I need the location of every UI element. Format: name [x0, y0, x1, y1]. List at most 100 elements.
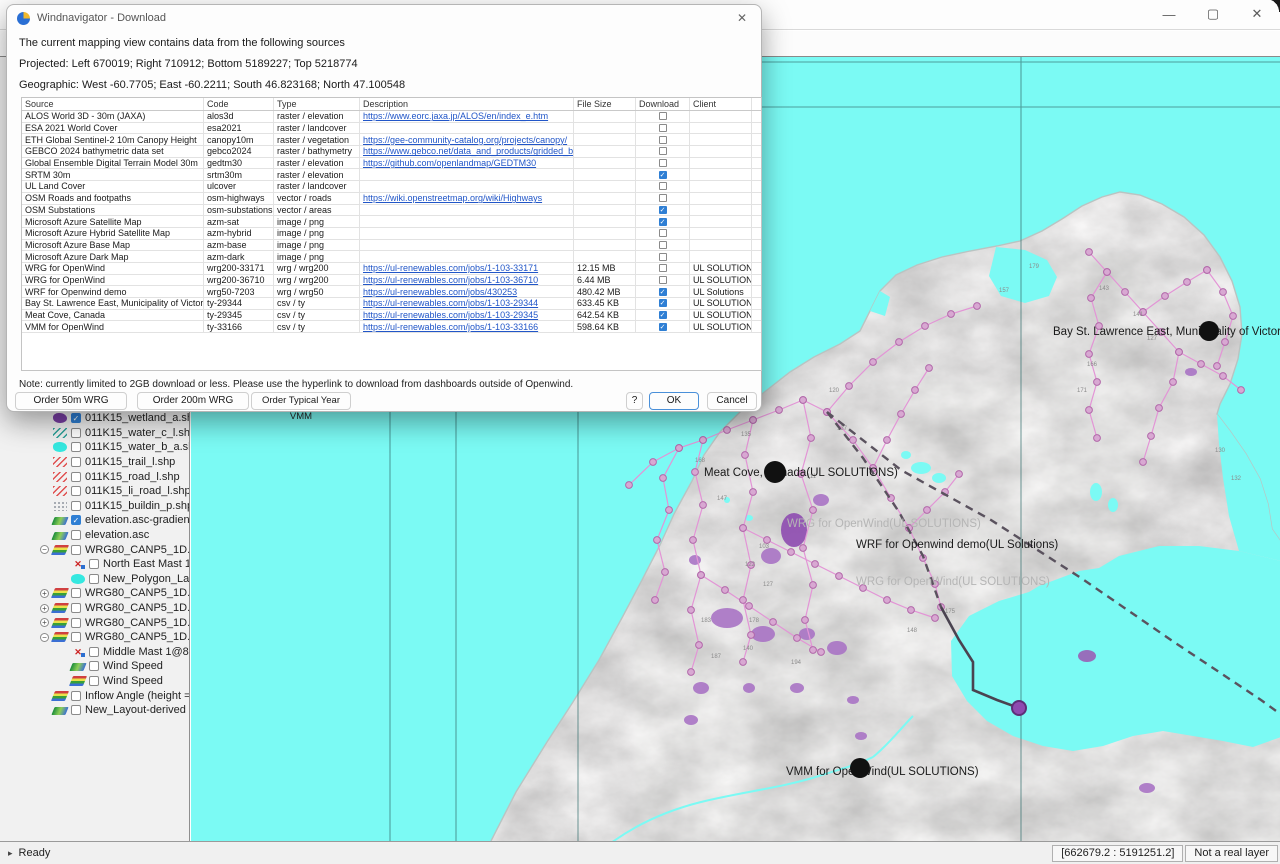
scrollbar-track[interactable]: [752, 193, 761, 204]
layer-visibility-checkbox[interactable]: [71, 691, 81, 701]
turbine-node[interactable]: [926, 365, 933, 372]
turbine-node[interactable]: [810, 582, 817, 589]
layer-visibility-checkbox[interactable]: ✓: [71, 515, 81, 525]
turbine-node[interactable]: [908, 607, 915, 614]
download-checkbox[interactable]: ✓: [659, 323, 667, 331]
download-checkbox[interactable]: ✓: [659, 288, 667, 296]
download-checkbox[interactable]: [659, 276, 667, 284]
turbine-node[interactable]: [812, 561, 819, 568]
layer-visibility-checkbox[interactable]: [89, 661, 99, 671]
download-checkbox[interactable]: [659, 229, 667, 237]
turbine-node[interactable]: [800, 397, 807, 404]
turbine-node[interactable]: [1230, 313, 1237, 320]
download-checkbox[interactable]: [659, 194, 667, 202]
site-marker[interactable]: [764, 461, 786, 483]
description-link[interactable]: https://ul-renewables.com/jobs/1-103-367…: [363, 275, 538, 285]
layer-visibility-checkbox[interactable]: [71, 457, 81, 467]
turbine-node[interactable]: [698, 572, 705, 579]
column-header[interactable]: Source: [22, 98, 204, 110]
turbine-node[interactable]: [654, 537, 661, 544]
turbine-node[interactable]: [724, 427, 731, 434]
scrollbar-track[interactable]: [752, 286, 761, 297]
source-row[interactable]: VMM for OpenWindty-33166csv / tyhttps://…: [22, 321, 761, 333]
layer-visibility-checkbox[interactable]: [89, 676, 99, 686]
description-link[interactable]: https://ul-renewables.com/jobs/430253: [363, 287, 517, 297]
description-link[interactable]: https://ul-renewables.com/jobs/1-103-331…: [363, 322, 538, 332]
source-row[interactable]: Global Ensemble Digital Terrain Model 30…: [22, 158, 761, 170]
download-checkbox[interactable]: [659, 136, 667, 144]
turbine-node[interactable]: [746, 603, 753, 610]
turbine-node[interactable]: [846, 383, 853, 390]
column-header[interactable]: File Size: [574, 98, 636, 110]
turbine-node[interactable]: [696, 642, 703, 649]
layer-visibility-checkbox[interactable]: [71, 618, 81, 628]
turbine-node[interactable]: [1176, 349, 1183, 356]
cancel-button[interactable]: Cancel: [707, 392, 757, 410]
turbine-node[interactable]: [1122, 289, 1129, 296]
turbine-node[interactable]: [666, 507, 673, 514]
turbine-node[interactable]: [948, 311, 955, 318]
description-link[interactable]: https://www.eorc.jaxa.jp/ALOS/en/index_e…: [363, 111, 548, 121]
source-row[interactable]: WRG for OpenWindwrg200-33171wrg / wrg200…: [22, 263, 761, 275]
source-row[interactable]: SRTM 30msrtm30mraster / elevation✓: [22, 169, 761, 181]
turbine-node[interactable]: [1094, 379, 1101, 386]
turbine-node[interactable]: [818, 649, 825, 656]
layer-tree-item[interactable]: Wind Speed: [40, 674, 189, 689]
layer-visibility-checkbox[interactable]: [71, 428, 81, 438]
layer-visibility-checkbox[interactable]: ✓: [71, 413, 81, 423]
download-checkbox[interactable]: [659, 182, 667, 190]
download-checkbox[interactable]: [659, 253, 667, 261]
source-row[interactable]: WRF for Openwind demowrg50-7203wrg / wrg…: [22, 286, 761, 298]
turbine-node[interactable]: [922, 323, 929, 330]
scrollbar-track[interactable]: [752, 216, 761, 227]
layer-tree-item[interactable]: ✓elevation.asc-gradient: [40, 513, 189, 528]
source-row[interactable]: ALOS World 3D - 30m (JAXA)alos3draster /…: [22, 111, 761, 123]
scrollbar-track[interactable]: [752, 123, 761, 134]
turbine-node[interactable]: [1204, 267, 1211, 274]
source-row[interactable]: UL Land Coverulcoverraster / landcover: [22, 181, 761, 193]
description-link[interactable]: https://ul-renewables.com/jobs/1-103-331…: [363, 263, 538, 273]
turbine-node[interactable]: [788, 549, 795, 556]
layer-tree-item[interactable]: Inflow Angle (height = 80.00: [40, 688, 189, 703]
layer-tree-item[interactable]: Wind Speed: [40, 659, 189, 674]
turbine-node[interactable]: [700, 502, 707, 509]
turbine-node[interactable]: [740, 659, 747, 666]
column-header[interactable]: Client: [690, 98, 752, 110]
layer-visibility-checkbox[interactable]: [71, 705, 81, 715]
turbine-node[interactable]: [1220, 373, 1227, 380]
download-checkbox[interactable]: ✓: [659, 171, 667, 179]
source-row[interactable]: OSM Substationsosm-substationsvector / a…: [22, 205, 761, 217]
turbine-node[interactable]: [1088, 295, 1095, 302]
turbine-node[interactable]: [676, 445, 683, 452]
turbine-node[interactable]: [1184, 279, 1191, 286]
turbine-node[interactable]: [770, 619, 777, 626]
scrollbar-track[interactable]: [752, 298, 761, 309]
layer-tree-item[interactable]: +WRG80_CANP5_1D.WRG adj: [40, 586, 189, 601]
turbine-node[interactable]: [1220, 289, 1227, 296]
dialog-titlebar[interactable]: Windnavigator - Download ✕: [7, 5, 761, 31]
turbine-node[interactable]: [1162, 293, 1169, 300]
turbine-node[interactable]: [956, 471, 963, 478]
download-checkbox[interactable]: ✓: [659, 299, 667, 307]
download-checkbox[interactable]: [659, 159, 667, 167]
turbine-node[interactable]: [1198, 361, 1205, 368]
turbine-node[interactable]: [802, 617, 809, 624]
description-link[interactable]: https://github.com/openlandmap/GEDTM30: [363, 158, 536, 168]
download-checkbox[interactable]: ✓: [659, 218, 667, 226]
turbine-node[interactable]: [1140, 459, 1147, 466]
source-row[interactable]: ESA 2021 World Coveresa2021raster / land…: [22, 123, 761, 135]
layer-tree-item[interactable]: 011K15_trail_l.shp: [40, 455, 189, 470]
layer-tree-item[interactable]: 011K15_li_road_l.shp: [40, 484, 189, 499]
source-row[interactable]: Microsoft Azure Satellite Mapazm-satimag…: [22, 216, 761, 228]
turbine-node[interactable]: [748, 632, 755, 639]
turbine-node[interactable]: [750, 417, 757, 424]
turbine-node[interactable]: [800, 545, 807, 552]
download-checkbox[interactable]: [659, 112, 667, 120]
maximize-button[interactable]: ▢: [1198, 2, 1228, 26]
turbine-node[interactable]: [850, 437, 857, 444]
scrollbar-track[interactable]: [752, 169, 761, 180]
turbine-node[interactable]: [1086, 249, 1093, 256]
turbine-node[interactable]: [808, 435, 815, 442]
turbine-node[interactable]: [700, 437, 707, 444]
layer-visibility-checkbox[interactable]: [89, 559, 99, 569]
